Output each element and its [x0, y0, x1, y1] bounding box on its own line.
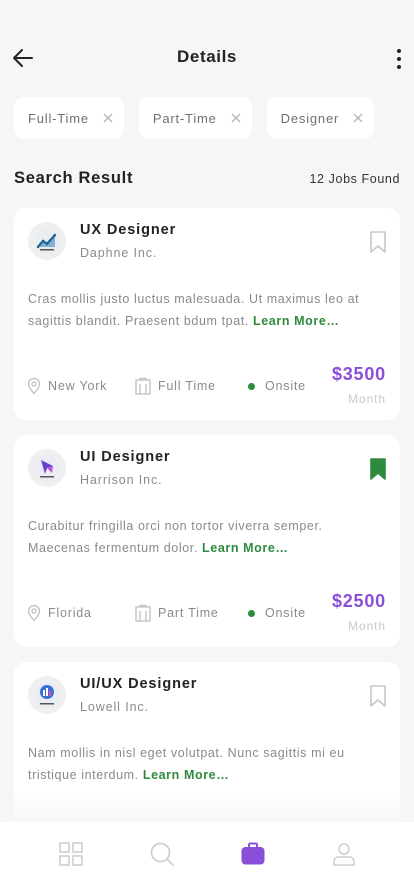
job-salary: $2500	[331, 591, 386, 611]
company-logo	[28, 222, 66, 260]
learn-more-link[interactable]: Learn More…	[202, 541, 288, 555]
bookmark-icon[interactable]	[368, 684, 388, 708]
nav-item-profile[interactable]	[331, 841, 357, 867]
status-dot	[248, 382, 255, 390]
salary-period: Month	[348, 619, 386, 633]
job-location: Florida	[48, 606, 92, 620]
company-logo	[28, 449, 66, 487]
grid-icon	[58, 842, 83, 866]
more-options-icon[interactable]	[392, 46, 406, 72]
nav-item-jobs[interactable]	[240, 841, 266, 867]
bookmark-icon[interactable]	[368, 230, 388, 254]
location-pin-icon	[27, 604, 41, 622]
job-type: Part Time	[158, 606, 219, 620]
nav-item-home[interactable]	[58, 841, 84, 867]
job-title: UX Designer	[80, 222, 177, 238]
close-icon[interactable]	[231, 113, 241, 123]
header: Details	[0, 0, 414, 90]
company-name: Harrison Inc.	[80, 473, 163, 487]
building-icon	[135, 377, 151, 395]
close-icon[interactable]	[103, 113, 113, 123]
job-meta: New York Full Time Onsite	[26, 376, 306, 396]
company-name: Daphne Inc.	[80, 246, 158, 260]
job-salary: $3500	[331, 364, 386, 384]
close-icon[interactable]	[353, 113, 363, 123]
learn-more-link[interactable]: Learn More…	[253, 314, 339, 328]
job-card[interactable]: UX Designer Daphne Inc. Cras mollis just…	[14, 208, 400, 420]
status-dot	[248, 609, 255, 617]
job-type: Full Time	[158, 379, 216, 393]
filter-chips: Full-Time Part-Time Designer	[14, 97, 375, 139]
job-card[interactable]: UI Designer Harrison Inc. Curabitur frin…	[14, 435, 400, 647]
search-result-header: Search Result 12 Jobs Found	[14, 169, 400, 188]
filter-chip-designer[interactable]: Designer	[266, 97, 375, 139]
search-icon	[150, 842, 174, 866]
job-title: UI/UX Designer	[80, 676, 198, 692]
job-mode: Onsite	[265, 379, 306, 393]
job-title: UI Designer	[80, 449, 171, 465]
filter-chip-label: Part-Time	[152, 110, 217, 126]
learn-more-link[interactable]: Learn More…	[143, 768, 229, 782]
bottom-nav	[0, 822, 414, 896]
jobs-found-count: 12 Jobs Found	[309, 171, 400, 186]
job-mode: Onsite	[265, 606, 306, 620]
location-pin-icon	[27, 377, 41, 395]
job-description: Curabitur fringilla orci non tortor vive…	[28, 515, 388, 559]
filter-chip-part-time[interactable]: Part-Time	[138, 97, 252, 139]
profile-icon	[332, 843, 355, 866]
building-icon	[135, 604, 151, 622]
filter-chip-label: Designer	[280, 110, 340, 126]
filter-chip-label: Full-Time	[28, 110, 89, 126]
job-description: Cras mollis justo luctus malesuada. Ut m…	[28, 288, 388, 332]
search-result-title: Search Result	[14, 169, 134, 187]
company-name: Lowell Inc.	[80, 700, 149, 714]
bookmark-filled-icon[interactable]	[368, 457, 388, 481]
company-logo	[28, 676, 66, 714]
nav-item-search[interactable]	[149, 841, 175, 867]
briefcase-icon	[241, 842, 264, 865]
filter-chip-full-time[interactable]: Full-Time	[14, 97, 124, 139]
page-title: Details	[177, 47, 237, 66]
salary-period: Month	[348, 392, 386, 406]
job-location: New York	[48, 379, 108, 393]
job-description: Nam mollis in nisl eget volutpat. Nunc s…	[28, 742, 388, 786]
job-meta: Florida Part Time Onsite	[26, 603, 306, 623]
